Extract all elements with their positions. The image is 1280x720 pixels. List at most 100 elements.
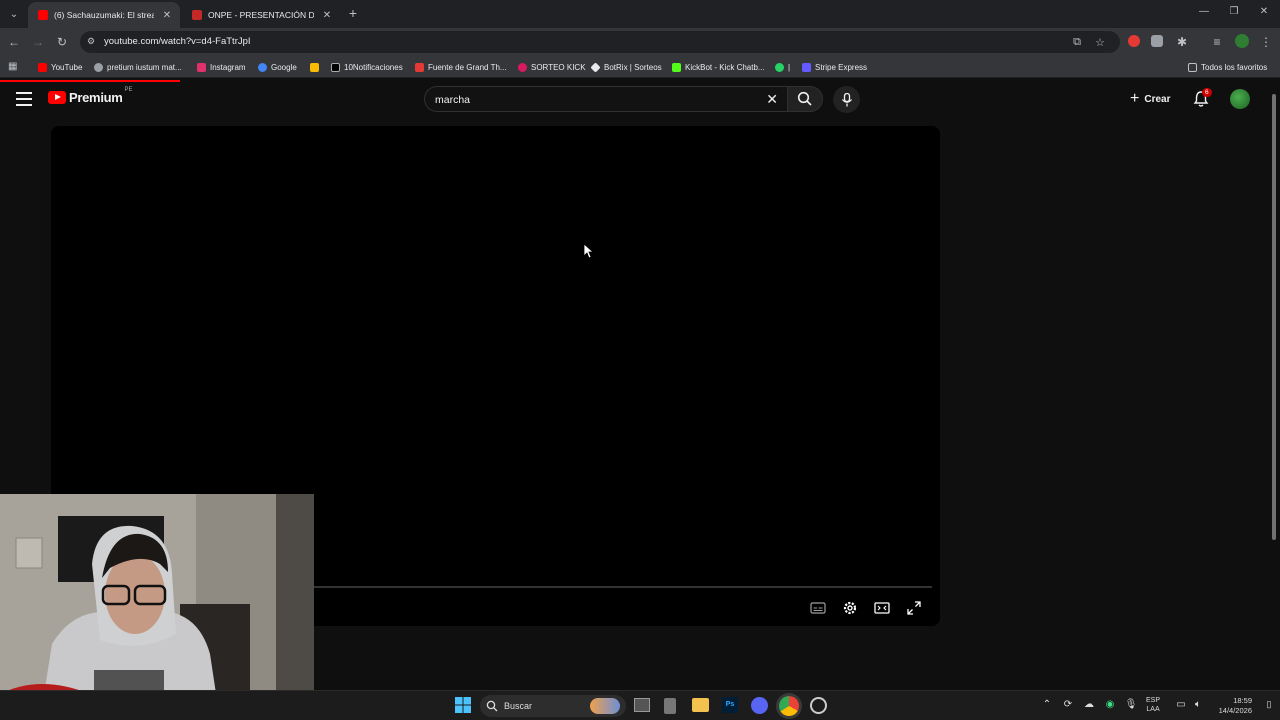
security-tray-icon[interactable]: ◉ xyxy=(1103,699,1117,710)
bookmark-stripe[interactable]: Stripe Express xyxy=(802,60,867,74)
restore-icon[interactable]: ❐ xyxy=(1224,6,1244,17)
bookmark-instagram[interactable]: Instagram xyxy=(197,60,246,74)
google-icon xyxy=(258,62,267,72)
scrollbar-thumb[interactable] xyxy=(1272,94,1276,540)
sync-tray-icon[interactable]: ⟳ xyxy=(1061,699,1075,710)
plus-icon: + xyxy=(1130,90,1140,107)
theater-mode-icon[interactable] xyxy=(874,600,890,616)
microphone-tray-icon[interactable]: 🎙︎ xyxy=(1124,699,1138,710)
country-code: PE xyxy=(124,86,133,93)
system-clock[interactable]: 18:59 14/4/2026 xyxy=(1212,696,1252,716)
volume-icon[interactable]: 🔈︎ xyxy=(1191,699,1205,710)
botrix-icon xyxy=(590,61,601,73)
pinwheel-icon xyxy=(310,62,319,72)
url-text[interactable]: youtube.com/watch?v=d4-FaTtrJpI xyxy=(104,36,251,47)
media-controls-icon[interactable]: ≡ xyxy=(1208,33,1226,51)
bookmark-x-notifications[interactable]: 10Notificaciones xyxy=(331,60,403,74)
bookmark-label: Google xyxy=(271,62,297,72)
language-code: ESP xyxy=(1146,697,1161,704)
bookmark-whatsapp[interactable]: | xyxy=(775,60,790,74)
bookmark-label: 10Notificaciones xyxy=(344,62,403,72)
kick-giveaway-icon xyxy=(518,62,527,72)
network-icon[interactable]: ▭ xyxy=(1174,699,1188,710)
search-button[interactable] xyxy=(787,86,823,112)
keyboard-layout-code: LAA xyxy=(1146,706,1160,713)
input-language-indicator[interactable]: ESP LAA xyxy=(1146,696,1160,714)
tab-title: (6) Sachauzumaki: El streamer q xyxy=(54,10,154,20)
search-icon xyxy=(797,91,812,106)
minimize-icon[interactable]: — xyxy=(1194,6,1214,17)
search-highlight-icon xyxy=(590,698,620,714)
webcam-overlay xyxy=(0,494,314,720)
reload-icon[interactable]: ↻ xyxy=(53,33,71,51)
discord-icon[interactable] xyxy=(751,697,768,714)
bookmark-gta-source[interactable]: Fuente de Grand Th... xyxy=(415,60,507,74)
bookmarks-bar: ▦ YouTube pretium iustum mat... Instagra… xyxy=(0,56,1280,78)
close-tab-icon[interactable]: ✕ xyxy=(320,10,334,21)
onedrive-tray-icon[interactable]: ☁ xyxy=(1082,699,1096,710)
settings-gear-icon[interactable] xyxy=(842,600,858,616)
tab-youtube[interactable]: (6) Sachauzumaki: El streamer q ✕ xyxy=(28,2,180,28)
instagram-icon xyxy=(197,62,206,72)
taskbar-search-box[interactable]: Buscar xyxy=(480,695,626,717)
clock-time: 18:59 xyxy=(1233,696,1252,705)
fullscreen-icon[interactable] xyxy=(906,600,922,616)
extension-red-icon[interactable] xyxy=(1128,35,1140,47)
forward-arrow-icon[interactable]: → xyxy=(29,33,47,51)
bookmark-label: pretium iustum mat... xyxy=(107,62,182,72)
video-progress-bar[interactable] xyxy=(262,586,932,588)
search-icon xyxy=(486,700,498,712)
windows-taskbar: Buscar Ps ⌃ ⟳ ☁ ◉ 🎙︎ ESP LAA ▭ 🔈︎ 18:59 … xyxy=(0,690,1280,720)
bookmark-google[interactable]: Google xyxy=(258,60,297,74)
bookmark-label: Todos los favoritos xyxy=(1201,62,1268,72)
menu-hamburger-icon[interactable] xyxy=(16,92,32,106)
show-hidden-icons-chevron[interactable]: ⌃ xyxy=(1040,699,1054,710)
subtitles-icon[interactable] xyxy=(810,600,826,616)
bookmark-star-icon[interactable]: ☆ xyxy=(1093,36,1107,49)
page-scrollbar[interactable] xyxy=(1270,84,1278,688)
bookmark-sorteo-kick[interactable]: SORTEO KICK xyxy=(518,60,586,74)
search-input[interactable] xyxy=(435,94,755,106)
notification-center-icon[interactable]: ▯ xyxy=(1262,699,1276,710)
task-view-icon[interactable] xyxy=(634,698,650,712)
create-button[interactable]: + Crear xyxy=(1124,88,1176,110)
profile-avatar-icon[interactable] xyxy=(1235,34,1249,48)
install-app-icon[interactable]: ⧉ xyxy=(1070,36,1084,49)
taskbar-search-label: Buscar xyxy=(504,701,533,711)
bookmark-kickbot[interactable]: KickBot - Kick Chatb... xyxy=(672,60,765,74)
app-icon[interactable] xyxy=(810,697,827,714)
page-loading-bar xyxy=(0,80,180,82)
document-app-icon[interactable] xyxy=(664,698,676,714)
back-arrow-icon[interactable]: ← xyxy=(5,33,23,51)
extension-card-icon[interactable] xyxy=(1151,35,1163,47)
extensions-puzzle-icon[interactable]: ✱ xyxy=(1173,33,1191,51)
tab-search-chevron-icon[interactable]: ⌄ xyxy=(4,4,24,24)
search-box[interactable]: ✕ xyxy=(424,86,788,112)
bookmark-label: BotRix | Sorteos xyxy=(604,62,662,72)
webcam-person-image xyxy=(0,494,314,720)
new-tab-plus-icon[interactable]: + xyxy=(346,5,360,21)
file-explorer-icon[interactable] xyxy=(692,698,709,712)
bookmark-label: Fuente de Grand Th... xyxy=(428,62,507,72)
voice-search-button[interactable] xyxy=(833,86,860,113)
bookmark-pretium[interactable]: pretium iustum mat... xyxy=(94,60,182,74)
windows-start-icon[interactable] xyxy=(454,696,472,714)
close-window-icon[interactable]: ✕ xyxy=(1254,6,1274,17)
chrome-menu-icon[interactable]: ⋮ xyxy=(1257,33,1275,51)
site-info-icon[interactable]: ⚙ xyxy=(87,36,97,48)
account-avatar[interactable] xyxy=(1230,89,1250,109)
chrome-taskbar-icon[interactable] xyxy=(779,696,799,716)
all-bookmarks-folder[interactable]: Todos los favoritos xyxy=(1188,60,1267,74)
bookmark-pinwheel[interactable] xyxy=(310,60,323,74)
close-tab-icon[interactable]: ✕ xyxy=(160,10,174,21)
notification-count-badge: 6 xyxy=(1202,88,1212,97)
bookmark-botrix[interactable]: BotRix | Sorteos xyxy=(590,60,662,74)
apps-grid-icon[interactable]: ▦ xyxy=(8,61,17,72)
bookmark-youtube[interactable]: YouTube xyxy=(38,60,82,74)
clear-search-icon[interactable]: ✕ xyxy=(766,91,778,108)
address-bar[interactable]: ⚙ youtube.com/watch?v=d4-FaTtrJpI ⧉ ☆ xyxy=(80,31,1120,53)
youtube-premium-logo[interactable]: Premium PE xyxy=(48,86,133,105)
bookmark-label: KickBot - Kick Chatb... xyxy=(685,62,765,72)
photoshop-icon[interactable]: Ps xyxy=(722,697,738,713)
tab-onpe[interactable]: ONPE - PRESENTACIÓN DE RES ✕ xyxy=(182,2,340,28)
